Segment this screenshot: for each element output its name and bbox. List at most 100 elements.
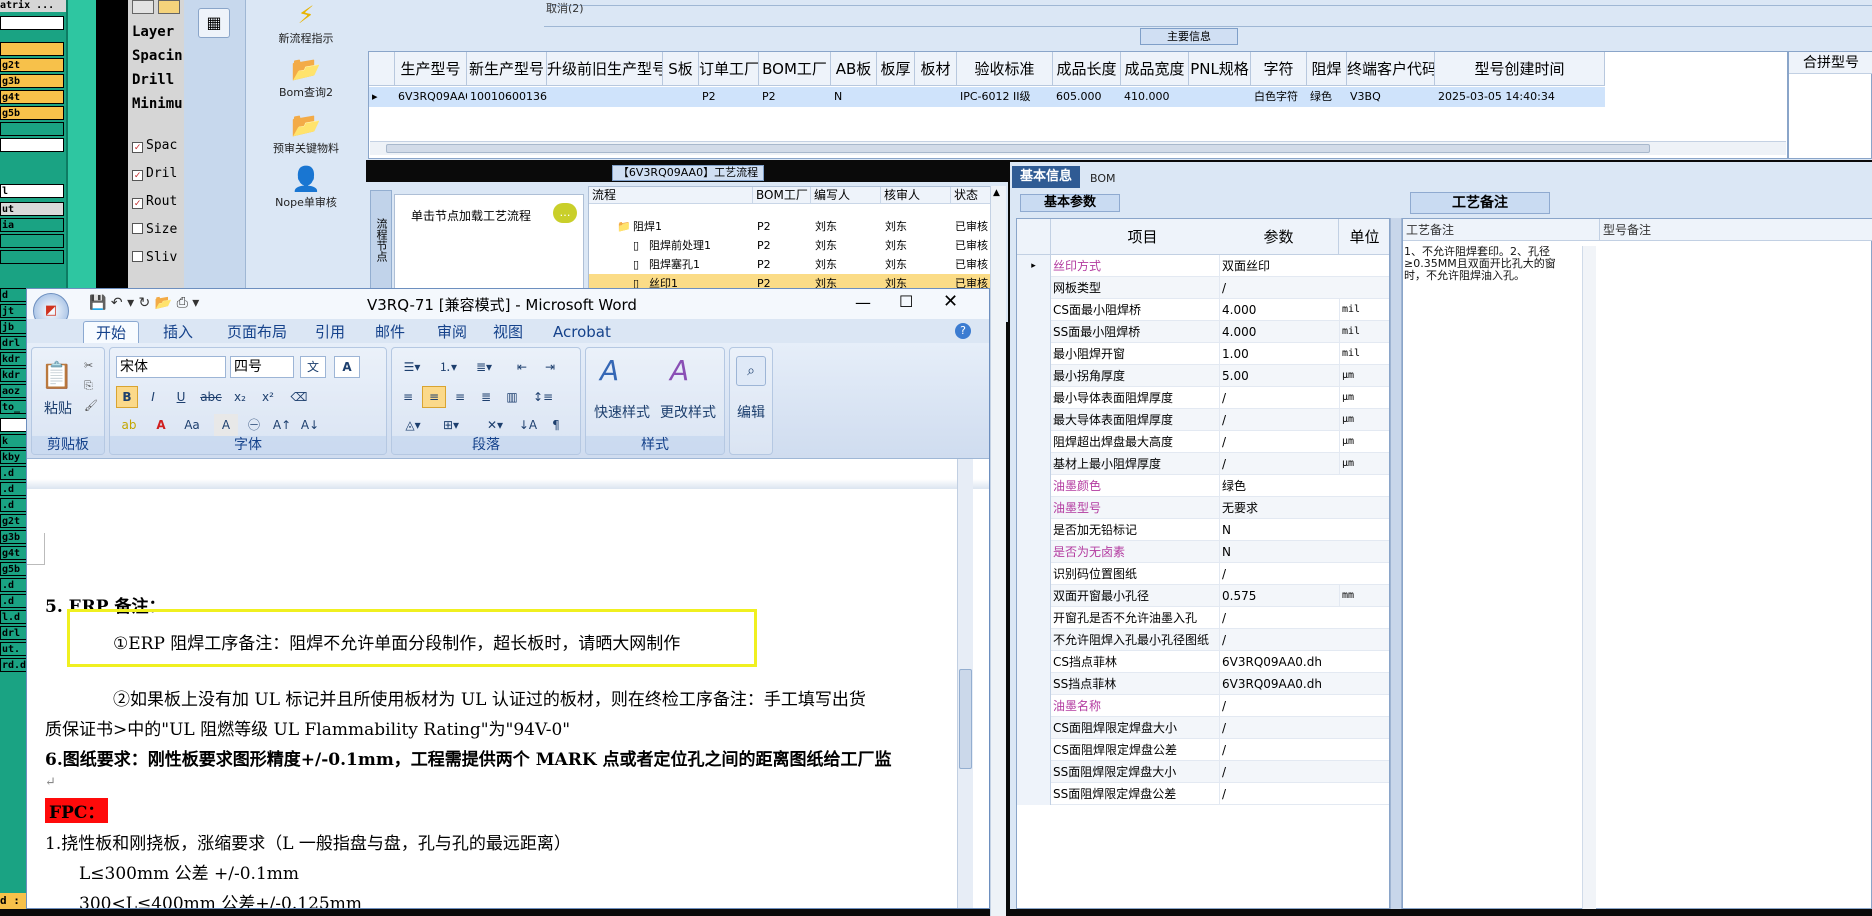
param-row[interactable]: CS面阻焊限定焊盘公差 / (1017, 739, 1389, 761)
craft-note-vscroll[interactable] (1582, 246, 1596, 909)
checkbox-icon[interactable]: ✓ (132, 170, 143, 181)
align-right-button[interactable]: ≡ (448, 386, 472, 408)
main-cell[interactable]: IPC-6012 II级 (957, 87, 1053, 107)
main-col-header[interactable]: 验收标准 (957, 52, 1053, 86)
main-cell[interactable]: 10010600136477 (467, 87, 547, 107)
param-value[interactable]: 4.000 (1219, 299, 1354, 321)
main-col-header[interactable]: 成品长度 (1053, 52, 1121, 86)
main-col-header[interactable]: 字符 (1251, 52, 1307, 86)
param-row[interactable]: 最小导体表面阻焊厚度 / μm (1017, 387, 1389, 409)
param-row[interactable]: 开窗孔是否不允许油墨入孔 / (1017, 607, 1389, 629)
main-col-header[interactable]: 新生产型号 (467, 52, 547, 86)
decrease-indent-button[interactable]: ⇤ (510, 356, 534, 378)
help-icon[interactable]: ? (955, 323, 971, 339)
paste-button[interactable]: 粘贴 (38, 398, 78, 418)
param-value[interactable]: 绿色 (1219, 475, 1354, 497)
row-indicator[interactable]: ▸ (369, 87, 395, 107)
param-row[interactable]: SS面阻焊限定焊盘公差 / (1017, 783, 1389, 805)
ribbon-tab[interactable]: 页面布局 (215, 321, 299, 343)
line-spacing-button[interactable]: ↕≡ (528, 386, 558, 408)
param-value[interactable]: 4.000 (1219, 321, 1354, 343)
param-row[interactable]: 油墨颜色 绿色 (1017, 475, 1389, 497)
main-col-header[interactable]: 成品宽度 (1121, 52, 1189, 86)
cad-layer-item[interactable] (0, 138, 64, 152)
underline-button[interactable]: U (168, 386, 194, 408)
flow-tree-row[interactable]: ▯ 阻焊塞孔1 P2 刘东 刘东 已审核 (589, 255, 999, 274)
char-border-button[interactable]: A (334, 356, 360, 378)
param-value[interactable]: / (1219, 783, 1354, 805)
borders-button[interactable]: ⊞▾ (434, 414, 468, 436)
launcher-item[interactable]: 📂 预审关键物料 (246, 112, 366, 156)
main-col-header[interactable]: 板厚 (877, 52, 915, 86)
main-col-header[interactable]: S板 (663, 52, 699, 86)
ribbon-tab[interactable]: 插入 (151, 321, 205, 343)
multilevel-list-button[interactable]: ≣▾ (468, 356, 500, 378)
main-col-header[interactable]: 终端客户代码 (1347, 52, 1435, 86)
font-name-select[interactable]: 宋体 (116, 356, 226, 378)
font-color-button[interactable]: A (148, 414, 174, 436)
flow-col-header[interactable]: 核审人 (881, 187, 951, 204)
ribbon-tab[interactable]: 引用 (303, 321, 357, 343)
main-cell[interactable]: 绿色 (1307, 87, 1347, 107)
align-left-button[interactable]: ≡ (396, 386, 420, 408)
flow-col-header[interactable]: 编写人 (811, 187, 881, 204)
param-value[interactable]: 5.00 (1219, 365, 1354, 387)
param-value[interactable]: 双面丝印 (1219, 255, 1354, 277)
param-value[interactable]: 无要求 (1219, 497, 1354, 519)
grow-font-button[interactable]: A↑ (270, 414, 294, 436)
param-row[interactable]: 基材上最小阻焊厚度 / μm (1017, 453, 1389, 475)
cad-layer-item[interactable] (0, 234, 64, 248)
main-col-header[interactable]: 型号创建时间 (1435, 52, 1605, 86)
param-row[interactable]: SS面最小阻焊桥 4.000 mil (1017, 321, 1389, 343)
subscript-button[interactable]: x₂ (228, 386, 252, 408)
param-row[interactable]: CS挡点菲林 6V3RQ09AA0.dh (1017, 651, 1389, 673)
main-col-header[interactable]: 升级前旧生产型号 (547, 52, 663, 86)
sort-button[interactable]: ↓A (516, 414, 540, 436)
flow-tree-row[interactable]: 📁 阻焊1 P2 刘东 刘东 已审核 (589, 217, 999, 236)
phonetic-guide-button[interactable]: 文 (300, 356, 326, 378)
close-button[interactable]: ✕ (943, 291, 958, 312)
param-row[interactable]: 不允许阻焊入孔最小孔径图纸 / (1017, 629, 1389, 651)
main-col-header[interactable]: 生产型号 (395, 52, 467, 86)
scroll-up-icon[interactable]: ▲ (993, 188, 1003, 198)
flow-vertical-tab[interactable]: 流程节点 (370, 190, 392, 290)
maximize-button[interactable]: ☐ (899, 292, 913, 311)
main-cell[interactable] (915, 87, 957, 107)
main-cell[interactable]: P2 (699, 87, 759, 107)
param-value[interactable]: / (1219, 607, 1354, 629)
word-document-page[interactable]: 5. ERP 备注： ①ERP 阻焊工序备注：阻焊不允许单面分段制作，超长板时，… (27, 489, 989, 908)
layer-icon-2[interactable] (158, 0, 180, 14)
param-value[interactable]: / (1219, 761, 1354, 783)
binoculars-icon[interactable]: ⌕ (736, 356, 766, 386)
bullets-button[interactable]: ☰▾ (396, 356, 428, 378)
basic-param-tab[interactable]: 基本参数 (1020, 194, 1120, 212)
param-row[interactable]: SS面阻焊限定焊盘大小 / (1017, 761, 1389, 783)
strikethrough-button[interactable]: abc (198, 386, 224, 408)
param-row[interactable]: 阻焊超出焊盘最大高度 / μm (1017, 431, 1389, 453)
cad-layer-item[interactable]: ia (0, 218, 64, 232)
quick-styles-icon[interactable]: A (600, 354, 619, 387)
param-value[interactable]: / (1219, 563, 1354, 585)
param-row[interactable]: 最大导体表面阻焊厚度 / μm (1017, 409, 1389, 431)
param-value[interactable]: / (1219, 695, 1354, 717)
panel-splitter[interactable] (1390, 218, 1402, 909)
cad-layer-item[interactable] (0, 16, 64, 30)
show-marks-button[interactable]: ¶ (544, 414, 568, 436)
cad-layer-item[interactable] (0, 122, 64, 136)
cad-layer-item[interactable]: g4t (0, 90, 64, 104)
bold-button[interactable]: B (116, 386, 138, 408)
highlight-button[interactable]: ab (116, 414, 142, 436)
param-row[interactable]: 油墨型号 无要求 (1017, 497, 1389, 519)
edit-button[interactable]: 编辑 (730, 402, 772, 422)
align-center-button[interactable]: ≡ (422, 386, 446, 408)
ribbon-tab[interactable]: 开始 (83, 321, 140, 343)
launcher-item[interactable]: 📂 Bom查询2 (246, 56, 366, 100)
change-case-button[interactable]: Aa (178, 414, 206, 436)
cut-copy-format-icons[interactable]: ✂ ⎘ 🖌 (84, 356, 98, 416)
main-col-header[interactable]: AB板 (831, 52, 877, 86)
param-row[interactable]: CS面最小阻焊桥 4.000 mil (1017, 299, 1389, 321)
flow-col-header[interactable]: BOM工厂 (753, 187, 811, 204)
change-styles-button[interactable]: 更改样式 (652, 402, 724, 422)
param-value[interactable]: 6V3RQ09AA0.dh (1219, 651, 1354, 673)
ribbon-tab[interactable]: Acrobat (541, 321, 623, 343)
